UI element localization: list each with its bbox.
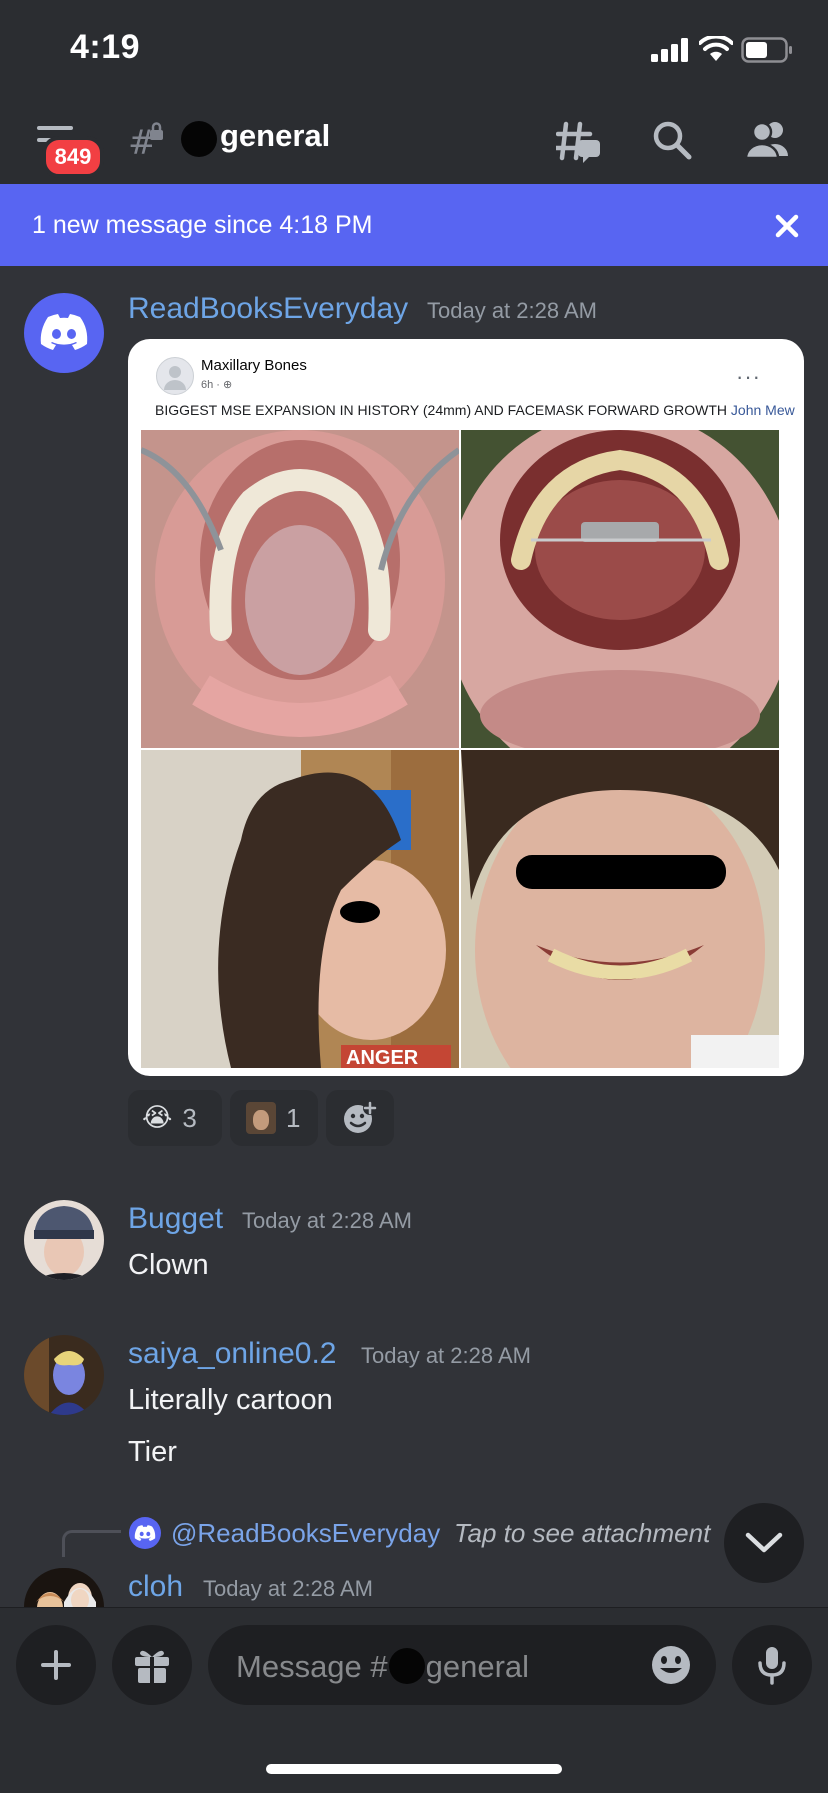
search-icon[interactable]: [652, 120, 692, 160]
message-placeholder: Message # general: [236, 1648, 530, 1684]
username[interactable]: saiya_online0.2: [128, 1337, 337, 1371]
message-text: Tier: [128, 1436, 177, 1468]
timestamp: Today at 2:28 AM: [242, 1208, 412, 1233]
add-reaction-icon: [344, 1101, 377, 1133]
reaction-sob[interactable]: 😭 3: [128, 1090, 222, 1146]
gift-button[interactable]: [112, 1625, 192, 1705]
photo-palate-expander: [461, 430, 779, 748]
avatar[interactable]: [24, 1200, 104, 1280]
avatar[interactable]: [24, 1335, 104, 1415]
members-icon[interactable]: [746, 120, 790, 158]
wifi-icon: [699, 36, 733, 61]
username[interactable]: ReadBooksEveryday: [128, 292, 408, 326]
photo-profile: ANGER: [141, 750, 459, 1068]
username[interactable]: Bugget: [128, 1202, 223, 1236]
reply-attachment-note[interactable]: Tap to see attachment: [454, 1518, 710, 1549]
timestamp: Today at 2:28 AM: [361, 1343, 531, 1368]
channel-header: [0, 100, 828, 185]
discord-logo-icon: [134, 1524, 156, 1541]
more-options-icon: ···: [736, 364, 761, 389]
channel-name[interactable]: general: [220, 118, 330, 154]
status-time: 4:19: [70, 28, 141, 66]
black-circle-emoji: [388, 1648, 425, 1684]
signal-icon: [651, 38, 688, 62]
message-text: Literally cartoon: [128, 1384, 333, 1416]
custom-emoji-icon: [246, 1102, 276, 1134]
reaction-count: 1: [286, 1102, 301, 1133]
page-avatar: [156, 357, 194, 395]
photo-palate-before: [141, 430, 459, 748]
message-text: Clown: [128, 1249, 209, 1281]
reaction-custom[interactable]: 1: [230, 1090, 318, 1146]
reply-avatar: [129, 1517, 161, 1549]
sign-text: ANGER: [346, 1047, 419, 1068]
timestamp: Today at 2:28 AM: [427, 298, 597, 323]
person-silhouette-icon: [164, 366, 186, 390]
black-circle-emoji: [181, 121, 217, 157]
emoji-picker-icon[interactable]: [650, 1644, 692, 1686]
jump-to-bottom-button[interactable]: [724, 1503, 804, 1583]
reply-connector: [62, 1530, 121, 1557]
chevron-down-icon: [745, 1532, 783, 1553]
new-message-text: 1 new message since 4:18 PM: [32, 211, 373, 239]
gift-icon: [135, 1650, 169, 1683]
add-reaction-button[interactable]: [326, 1090, 394, 1146]
reply-mention[interactable]: @ReadBooksEveryday: [171, 1518, 440, 1549]
close-icon[interactable]: [773, 212, 801, 240]
voice-message-button[interactable]: [732, 1625, 812, 1705]
caption-link: John Mew: [730, 402, 795, 418]
globe-icon: ⊕: [223, 379, 233, 391]
username[interactable]: cloh: [128, 1570, 183, 1604]
reaction-count: 3: [182, 1102, 197, 1133]
avatar[interactable]: [24, 293, 104, 373]
avatar[interactable]: [24, 1568, 104, 1607]
microphone-icon: [758, 1647, 786, 1685]
timestamp: Today at 2:28 AM: [203, 1576, 373, 1601]
post-time: 6h · ⊕: [201, 379, 233, 391]
home-indicator: [266, 1764, 562, 1774]
post-caption: BIGGEST MSE EXPANSION IN HISTORY (24mm) …: [155, 402, 795, 418]
photo-smile: [461, 750, 779, 1068]
locked-channel-icon: #: [128, 122, 163, 158]
discord-logo-icon: [40, 314, 88, 350]
attach-button[interactable]: [16, 1625, 96, 1705]
sob-emoji-icon: 😭: [142, 1103, 173, 1133]
plus-icon: [41, 1650, 71, 1680]
battery-icon: [741, 37, 792, 63]
threads-icon[interactable]: [556, 120, 602, 164]
unread-badge: 849: [42, 136, 104, 178]
post-author: Maxillary Bones: [201, 357, 307, 374]
